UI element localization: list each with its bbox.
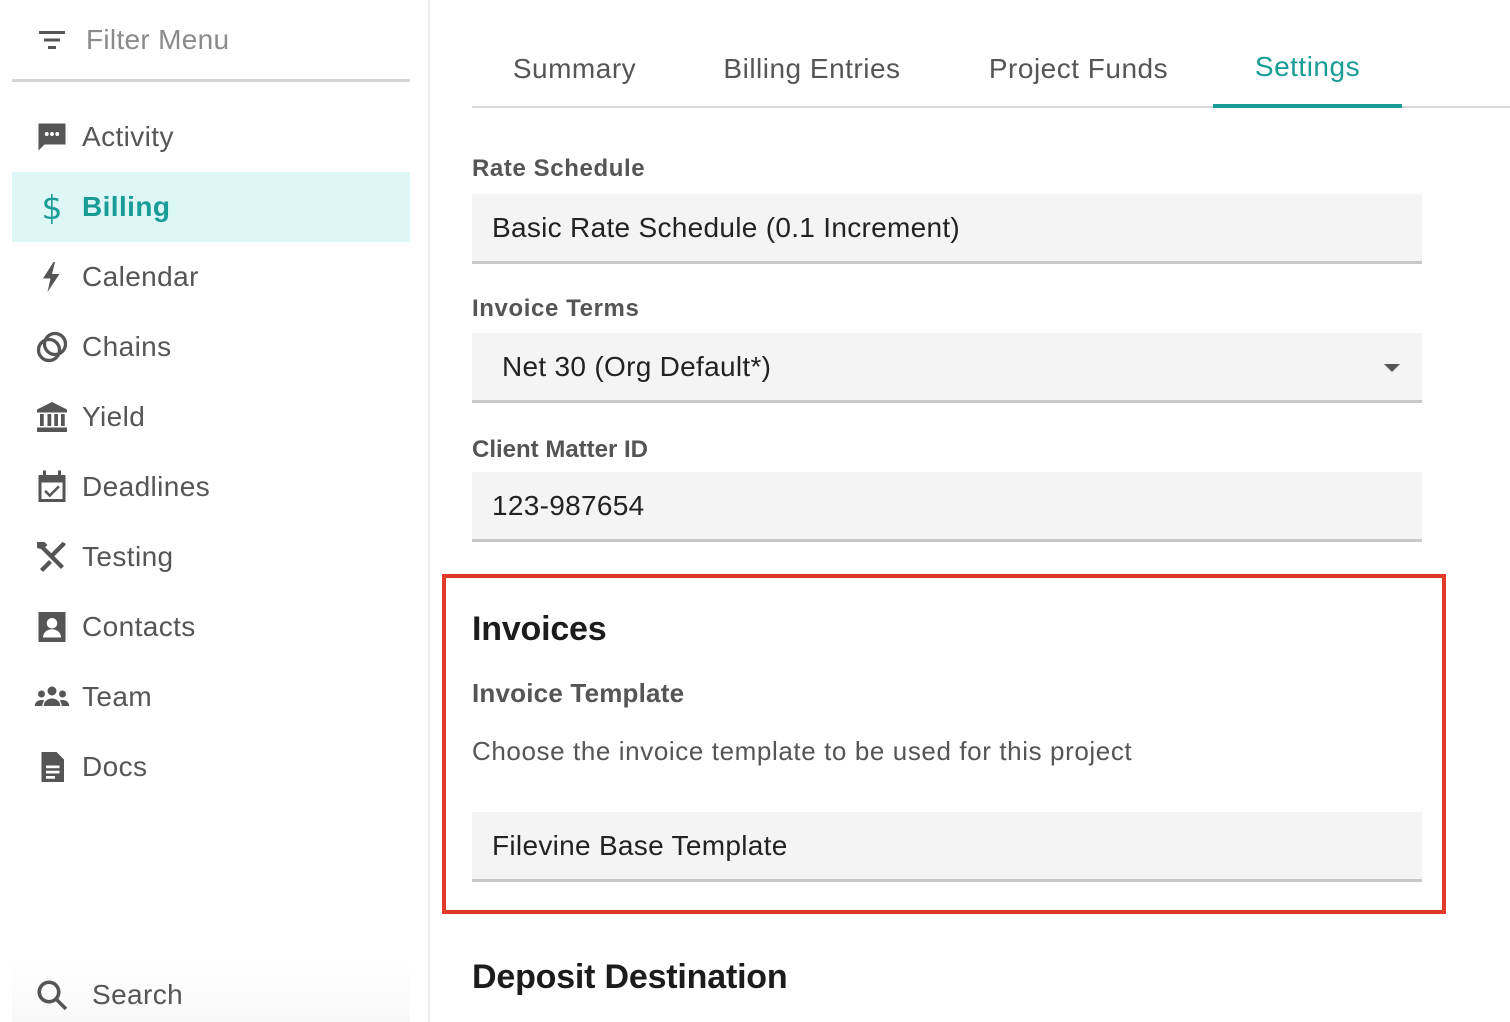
sidebar-item-contacts[interactable]: Contacts xyxy=(12,592,410,662)
invoice-template-hint: Choose the invoice template to be used f… xyxy=(472,736,1133,766)
invoice-template-value: Filevine Base Template xyxy=(492,829,788,861)
contact-card-icon xyxy=(32,607,72,647)
rate-schedule-field[interactable]: Basic Rate Schedule (0.1 Increment) xyxy=(472,194,1422,264)
client-matter-value: 123-987654 xyxy=(492,489,645,521)
sidebar-search[interactable]: Search xyxy=(12,960,410,1022)
lightning-icon xyxy=(32,257,72,297)
svg-text:$: $ xyxy=(42,189,63,225)
tab-billing-entries[interactable]: Billing Entries xyxy=(712,30,912,108)
invoices-title: Invoices xyxy=(472,610,607,648)
calendar-check-icon xyxy=(32,467,72,507)
sidebar-item-label: Billing xyxy=(82,191,171,222)
bank-icon xyxy=(32,397,72,437)
sidebar-item-docs[interactable]: Docs xyxy=(12,732,410,802)
sidebar-item-label: Calendar xyxy=(82,261,199,292)
document-icon xyxy=(32,747,72,787)
tab-project-funds[interactable]: Project Funds xyxy=(972,30,1185,108)
sidebar-item-label: Yield xyxy=(82,401,146,432)
sidebar-item-yield[interactable]: Yield xyxy=(12,382,410,452)
sidebar-item-deadlines[interactable]: Deadlines xyxy=(12,452,410,522)
invoice-template-label: Invoice Template xyxy=(472,678,685,708)
dollar-icon: $ xyxy=(32,187,72,227)
rate-schedule-label: Rate Schedule xyxy=(472,155,646,182)
client-matter-label: Client Matter ID xyxy=(472,436,649,463)
invoice-terms-select[interactable]: Net 30 (Org Default*) xyxy=(472,333,1422,403)
sidebar-item-label: Contacts xyxy=(82,611,196,642)
sidebar-item-billing[interactable]: $ Billing xyxy=(12,172,410,242)
sidebar-item-label: Activity xyxy=(82,121,174,152)
tab-settings[interactable]: Settings xyxy=(1213,30,1402,108)
sidebar-item-label: Team xyxy=(82,681,153,712)
group-icon xyxy=(32,677,72,717)
chat-icon xyxy=(32,117,72,157)
sidebar-item-label: Chains xyxy=(82,331,172,362)
tab-bar: Summary Billing Entries Project Funds Se… xyxy=(472,30,1510,108)
filter-icon xyxy=(39,30,65,49)
sidebar-nav: Activity $ Billing Calendar Chains Yield xyxy=(12,102,410,802)
tab-summary[interactable]: Summary xyxy=(492,30,657,108)
sidebar-item-testing[interactable]: Testing xyxy=(12,522,410,592)
client-matter-input[interactable]: 123-987654 xyxy=(472,472,1422,542)
sidebar-item-team[interactable]: Team xyxy=(12,662,410,732)
sidebar-item-label: Deadlines xyxy=(82,471,211,502)
invoice-terms-value: Net 30 (Org Default*) xyxy=(502,350,772,382)
filter-menu[interactable]: Filter Menu xyxy=(12,0,410,82)
invoice-template-field[interactable]: Filevine Base Template xyxy=(472,812,1422,882)
rate-schedule-value: Basic Rate Schedule (0.1 Increment) xyxy=(492,211,961,243)
tools-icon xyxy=(32,537,72,577)
rings-icon xyxy=(32,327,72,367)
chevron-down-icon xyxy=(1384,364,1400,372)
sidebar-item-calendar[interactable]: Calendar xyxy=(12,242,410,312)
sidebar-item-activity[interactable]: Activity xyxy=(12,102,410,172)
sidebar: Filter Menu Activity $ Billing Calendar … xyxy=(0,0,430,1022)
search-icon xyxy=(37,980,68,1011)
deposit-destination-title: Deposit Destination xyxy=(472,958,788,996)
invoice-terms-label: Invoice Terms xyxy=(472,295,640,322)
filter-menu-label: Filter Menu xyxy=(86,23,230,55)
sidebar-item-label: Docs xyxy=(82,751,148,782)
sidebar-item-label: Testing xyxy=(82,541,174,572)
search-label: Search xyxy=(92,979,184,1010)
sidebar-item-chains[interactable]: Chains xyxy=(12,312,410,382)
